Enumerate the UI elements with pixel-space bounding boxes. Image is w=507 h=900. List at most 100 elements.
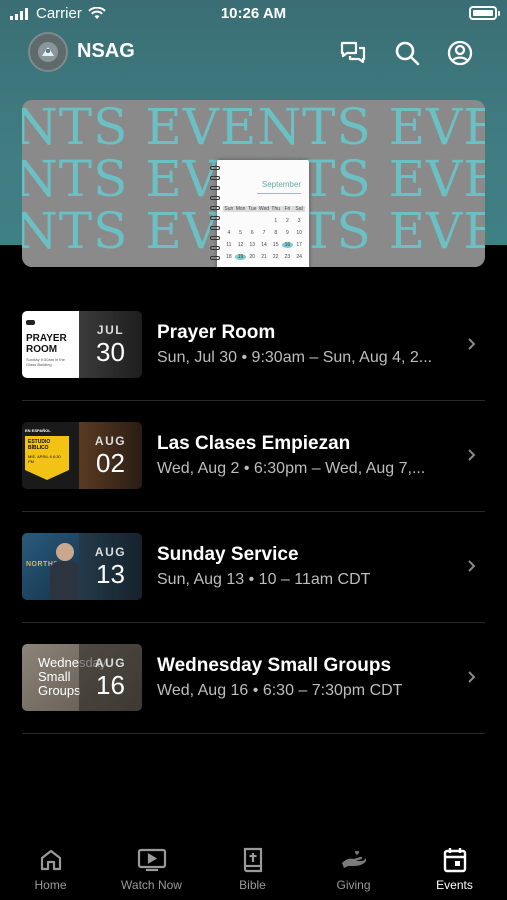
calendar-cell: 3 [297,218,301,224]
spiral-rings [210,166,220,266]
event-date: AUG 16 [79,644,142,711]
tab-giving[interactable]: Giving [303,840,404,900]
event-month: AUG [94,434,127,448]
chevron-right-icon [468,671,476,683]
calendar-cell: Thu [269,206,282,212]
tab-watch-now[interactable]: Watch Now [101,840,202,900]
calendar-cell: 7 [262,230,266,236]
event-list: PRAYER ROOM Sunday 9:30am in the Glass B… [22,290,485,734]
calendar-cell: 13 [249,242,256,248]
calendar-cell: 22 [272,254,279,260]
thumb-title: ESTUDIO BÍBLICO [28,439,51,451]
calendar-cell [223,218,235,224]
tab-label: Events [436,878,473,892]
event-subtitle: Sun, Jul 30 • 9:30am – Sun, Aug 4, 2... [157,349,433,366]
calendar-cell: Sat [293,206,305,212]
tab-label: Home [34,878,67,892]
calendar-cell: 16 [281,242,294,248]
event-day: 16 [96,670,125,700]
event-row-las-clases[interactable]: EN ESPAÑOL ESTUDIO BÍBLICO MIÉ. APRIL 6 … [22,401,485,512]
calendar-cell: 24 [296,254,302,260]
event-row-sunday-service[interactable]: NORTHSIDE AUG 13 Sunday Service Sun, Aug… [22,512,485,623]
chat-button[interactable] [339,39,367,67]
event-image: EN ESPAÑOL ESTUDIO BÍBLICO MIÉ. APRIL 6 … [22,422,79,489]
event-month: AUG [94,656,127,670]
calendar-grid: Sun Mon Tue Wed Thu Fri Sat 1 2 3 4 5 6 7 8 9 10 11 12 13 14… [223,206,305,260]
calendar-icon [443,848,466,873]
calendar-cell: 5 [239,230,242,236]
event-thumbnail: PRAYER ROOM Sunday 9:30am in the Glass B… [22,311,142,378]
event-image: PRAYER ROOM Sunday 9:30am in the Glass B… [22,311,79,378]
tab-label: Giving [336,878,371,892]
calendar-cell [258,218,270,224]
calendar-cell: 1 [274,218,278,224]
event-month: JUL [96,323,125,337]
calendar-cell: Fri [281,206,294,212]
event-title: Sunday Service [157,544,299,565]
chevron-right-icon [468,560,476,572]
brand-name: NSAG [77,40,135,62]
calendar-cell: 4 [227,230,231,236]
giving-icon [341,850,366,868]
profile-button[interactable] [446,39,474,67]
logo-icon [38,42,58,62]
calendar-graphic: September Sun Mon Tue Wed Thu Fri Sat 1 2 3 4 5 6 7 8 9… [210,160,309,267]
status-bar: Carrier 10:26 AM [0,0,507,28]
events-banner[interactable]: NTS EVENTS EVE NTS EVENTS EVE NTS EVENTS… [22,100,485,267]
tab-events[interactable]: Events [404,840,505,900]
search-button[interactable] [393,39,421,67]
calendar-cell: 2 [286,218,289,224]
event-day: 30 [96,337,125,367]
calendar-cell: 21 [261,254,267,260]
tab-bible[interactable]: Bible [202,840,303,900]
event-subtitle: Wed, Aug 2 • 6:30pm – Wed, Aug 7,... [157,460,426,477]
banner-text-row: NTS EVENTS EVE [22,100,485,156]
calendar-cell: 6 [250,230,254,236]
calendar-cell: Mon [234,206,247,212]
calendar-cell: 23 [284,254,291,260]
event-thumbnail: NORTHSIDE AUG 13 [22,533,142,600]
calendar-cell: 18 [226,254,232,260]
event-month: AUG [94,545,127,559]
chevron-right-icon [468,338,476,350]
thumb-note: Sunday 9:30am in the Glass Building [26,357,65,367]
event-thumbnail: EN ESPAÑOL ESTUDIO BÍBLICO MIÉ. APRIL 6 … [22,422,142,489]
calendar-cell: 8 [274,230,278,236]
calendar-cell: Wed [258,206,270,212]
thumb-note: MIÉ. APRIL 6 6:30 PM [28,454,61,464]
tab-label: Bible [239,878,266,892]
event-date: JUL 30 [79,311,142,378]
calendar-cell: Sun [223,206,235,212]
battery-icon [469,6,500,20]
calendar-month: September [261,180,301,189]
status-time: 10:26 AM [220,5,287,22]
thumb-tag: EN ESPAÑOL [25,428,51,433]
event-row-prayer-room[interactable]: PRAYER ROOM Sunday 9:30am in the Glass B… [22,290,485,401]
event-title: Prayer Room [157,322,276,343]
calendar-cell: 9 [286,230,289,236]
calendar-cell: 17 [296,242,302,248]
event-title: Las Clases Empiezan [157,433,351,454]
calendar-cell [246,218,258,224]
church-logo[interactable] [28,32,68,72]
calendar-cell: 12 [237,242,244,248]
event-date: AUG 02 [79,422,142,489]
event-subtitle: Wed, Aug 16 • 6:30 – 7:30pm CDT [157,682,403,699]
calendar-cell: 15 [272,242,279,248]
calendar-cell: 19 [234,254,247,260]
home-icon [40,849,61,871]
app-header: NSAG [0,32,507,72]
calendar-cell: 14 [261,242,267,248]
bible-icon [243,847,262,873]
event-row-small-groups[interactable]: Wednesday Small Groups AUG 16 Wednesday … [22,623,485,734]
event-day: 02 [96,448,125,478]
chat-icon [340,41,366,64]
calendar-cell: 20 [249,254,256,260]
tab-bar: Home Watch Now Bible Giving Events [0,840,507,900]
tab-home[interactable]: Home [0,840,101,900]
profile-icon [447,40,473,66]
search-icon [395,41,420,66]
calendar-cell: Tue [246,206,259,212]
event-day: 13 [96,559,125,589]
event-image: NORTHSIDE [22,533,80,600]
